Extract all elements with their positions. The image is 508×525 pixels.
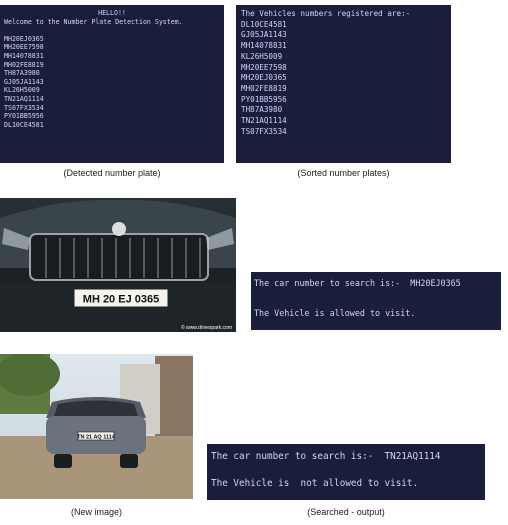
sorted-plate-line: MH14078831 [241, 41, 287, 51]
terminal-welcome: Welcome to the Number Plate Detection Sy… [4, 17, 183, 26]
car-photo-new: TN 21 AQ 1114 [0, 354, 193, 499]
sorted-plate-list: DL10CE4581 GJ05JA1143 MH14078831 KL26H5009 M… [241, 20, 446, 138]
detected-plate-line: GJ05JA1143 [4, 77, 44, 86]
sorted-plates-terminal: The Vehicles numbers registered are:- DL… [236, 5, 451, 163]
search-query-1: The car number to search is:- MH20EJ0365 [254, 278, 461, 288]
car-front-image: MH 20 EJ 0365 © www.drivespark.com [0, 198, 236, 332]
sorted-plate-line: TN21AQ1114 [241, 116, 287, 126]
sorted-header: The Vehicles numbers registered are:- [241, 9, 411, 18]
detected-plate-line: MH20EE7598 [4, 43, 44, 52]
detected-plate-line: PY01BB5956 [4, 112, 44, 121]
detected-plate-list: MH20EJ0365 MH20EE7598 MH14078831 MH02FE8819… [4, 35, 220, 130]
detected-plate-line: KL26H5009 [4, 86, 40, 95]
sorted-plate-line: DL10CE4581 [241, 19, 287, 29]
search-result-1: The Vehicle is allowed to visit. [254, 308, 416, 318]
detected-plate-line: MH20EJ0365 [4, 34, 44, 43]
car-photo-detected: MH 20 EJ 0365 © www.drivespark.com [0, 198, 236, 332]
sorted-plate-line: TS07FX3534 [241, 126, 287, 136]
new-car-image: TN 21 AQ 1114 [0, 354, 193, 499]
search-output-not-allowed: The car number to search is:- TN21AQ1114… [207, 444, 485, 500]
watermark: © www.drivespark.com [181, 324, 232, 331]
search-result-2: The Vehicle is not allowed to visit. [211, 478, 419, 489]
sorted-plate-line: KL26H5009 [241, 51, 283, 61]
caption-sorted: (Sorted number plates) [297, 168, 390, 178]
detected-plate-line: DL10CE4581 [4, 120, 44, 129]
sorted-plate-line: MH20EE7598 [241, 62, 287, 72]
sorted-plate-line: PY01BB5956 [241, 94, 287, 104]
caption-searched: (Searched - output) [307, 507, 385, 517]
detected-plate-line: TS07FX3534 [4, 103, 44, 112]
number-plate-text-1: MH 20 EJ 0365 [83, 294, 159, 306]
terminal-title: HELLO!! [98, 9, 126, 17]
search-query-2: The car number to search is:- TN21AQ1114 [211, 451, 441, 462]
search-output-allowed: The car number to search is:- MH20EJ0365… [251, 272, 501, 330]
caption-detected: (Detected number plate) [63, 168, 161, 178]
detected-plate-line: MH14078831 [4, 51, 44, 60]
sorted-plate-line: MH20EJ0365 [241, 73, 287, 83]
detected-plate-line: TN21AQ1114 [4, 94, 44, 103]
sorted-plate-line: GJ05JA1143 [241, 30, 287, 40]
sorted-plate-line: MH02FE8819 [241, 83, 287, 93]
sorted-plate-line: TH87A3980 [241, 105, 283, 115]
detected-plate-line: MH02FE8819 [4, 60, 44, 69]
caption-new-image: (New image) [70, 507, 122, 517]
detected-plate-line: TH87A3980 [4, 69, 40, 78]
number-plate-text-2: TN 21 AQ 1114 [77, 435, 116, 441]
detected-plates-terminal: HELLO!! Welcome to the Number Plate Dete… [0, 5, 224, 163]
